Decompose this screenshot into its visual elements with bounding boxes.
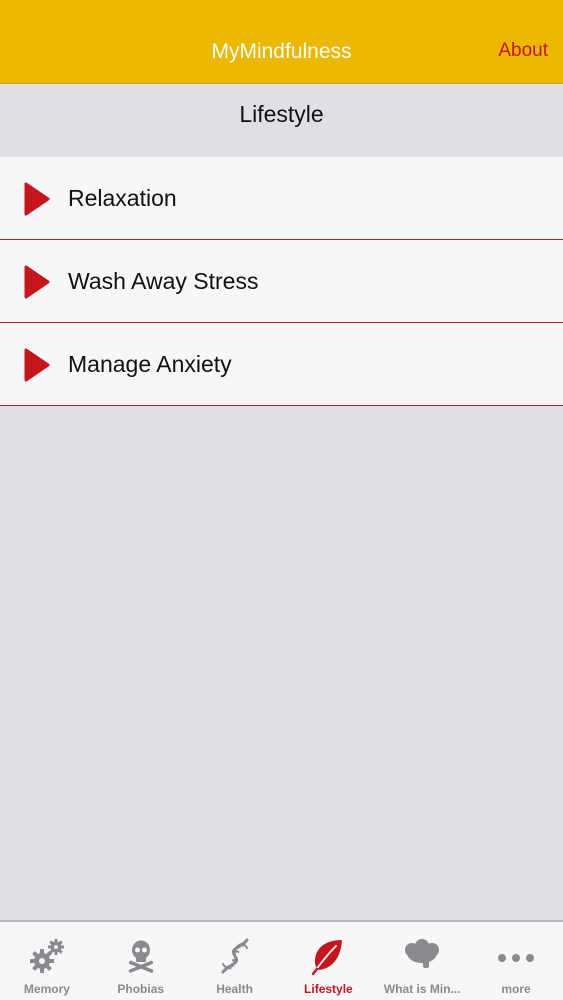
tab-health[interactable]: Health (188, 922, 282, 1000)
leaf-icon (312, 940, 343, 976)
list-item-wash-away-stress[interactable]: Wash Away Stress (0, 240, 563, 323)
play-icon (24, 182, 50, 216)
tab-bar: Memory Phobias Health Lifestyle What is … (0, 920, 563, 1000)
more-dots-icon (498, 954, 535, 962)
tab-label: Phobias (117, 982, 165, 996)
tab-phobias[interactable]: Phobias (94, 922, 188, 1000)
gears-icon (29, 939, 64, 973)
tab-label: Memory (23, 982, 70, 996)
list-item-relaxation[interactable]: Relaxation (0, 157, 563, 240)
about-button[interactable]: About (498, 40, 548, 62)
tab-lifestyle[interactable]: Lifestyle (281, 922, 375, 1000)
navigation-bar: MyMindfulness About (0, 0, 563, 84)
section-title: Lifestyle (239, 101, 324, 127)
tab-label: What is Min... (383, 982, 461, 996)
list-item-label: Relaxation (68, 185, 177, 211)
app-screen: MyMindfulness About Lifestyle Relaxation… (0, 0, 563, 1000)
list-item-label: Wash Away Stress (68, 268, 259, 294)
tab-label: Health (216, 982, 253, 996)
list-item-label: Manage Anxiety (68, 351, 232, 377)
tab-label: Lifestyle (304, 982, 353, 996)
skull-crossbones-icon (128, 940, 154, 973)
list-item-manage-anxiety[interactable]: Manage Anxiety (0, 323, 563, 406)
brain-icon (405, 939, 440, 968)
play-icon (24, 348, 50, 382)
tab-what-is-mindfulness[interactable]: What is Min... (375, 922, 469, 1000)
lifestyle-list: Relaxation Wash Away Stress Manage Anxie… (0, 157, 563, 406)
play-icon (24, 265, 50, 299)
tab-memory[interactable]: Memory (0, 922, 94, 1000)
tab-label: more (501, 982, 531, 996)
app-title: MyMindfulness (211, 40, 352, 63)
dna-icon (221, 938, 249, 974)
tab-more[interactable]: more (469, 922, 563, 1000)
